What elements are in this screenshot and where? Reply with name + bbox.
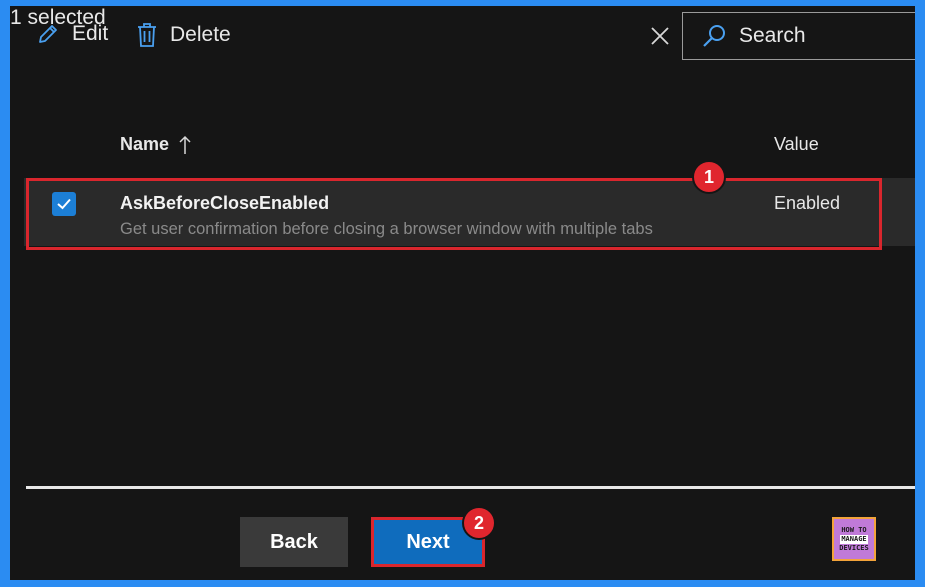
row-checkbox[interactable] [52, 192, 76, 216]
back-button[interactable]: Back [240, 517, 348, 567]
logo-line-1: HOW TO [841, 525, 867, 534]
pencil-icon [39, 25, 57, 43]
logo-line-3: DEVICES [839, 543, 869, 552]
delete-button[interactable]: Delete [136, 22, 231, 48]
how-to-manage-devices-logo: HOW TO MANAGE DEVICES [832, 517, 876, 561]
edit-button[interactable]: Edit [36, 22, 108, 46]
checkmark-icon [57, 198, 71, 210]
divider [26, 486, 915, 489]
callout-badge-1: 1 [692, 160, 726, 194]
setting-description: Get user confirmation before closing a b… [120, 220, 653, 238]
setting-name: AskBeforeCloseEnabled [120, 193, 330, 213]
policy-settings-panel: Edit Delete 1 selected Search Name Value… [10, 6, 915, 580]
callout-badge-2: 2 [462, 506, 496, 540]
search-icon [703, 25, 725, 47]
trash-icon [138, 23, 156, 47]
setting-value: Enabled [774, 193, 841, 213]
column-header-name[interactable]: Name [120, 134, 191, 155]
search-placeholder: Search [739, 24, 806, 47]
column-header-value[interactable]: Value [774, 134, 819, 155]
close-icon[interactable] [650, 26, 670, 46]
logo-line-2: MANAGE [840, 534, 868, 544]
edit-label: Edit [72, 22, 109, 45]
sort-ascending-icon [179, 135, 191, 154]
highlight-box [26, 178, 882, 250]
delete-label: Delete [170, 23, 231, 46]
search-input[interactable]: Search [682, 12, 915, 60]
column-header-name-label: Name [120, 134, 170, 154]
